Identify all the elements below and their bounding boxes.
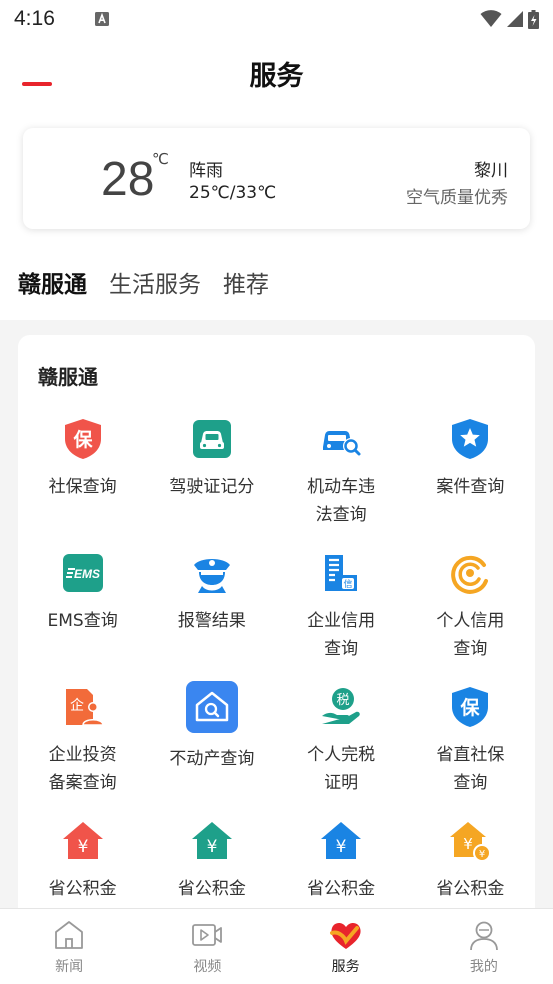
svg-text:保: 保 [72, 428, 93, 451]
service-label: 省公积金 [307, 879, 376, 899]
service-enterprise-investment-filing-query[interactable]: 企 企业投资 备案查询 [18, 685, 147, 819]
service-label: 省直社保 查询 [436, 745, 505, 793]
status-time: 4:16 [14, 7, 55, 30]
service-label: 报警结果 [177, 611, 246, 631]
shield-bao-icon: 保 [64, 419, 101, 459]
services-grid: 保 社保查询 驾驶证记分 机动车违 法查询 案件查询 EMS EMS查询 报警结… [18, 417, 535, 953]
service-label: 省公积金 [177, 879, 246, 899]
service-label: 企业投资 备案查询 [48, 745, 117, 793]
house-search-icon [185, 681, 238, 733]
house-yuan-icon: ¥ [191, 822, 232, 859]
house-outline-icon [55, 921, 84, 949]
bottom-nav: 新闻 视频 服务 我的 [0, 908, 553, 984]
house-yuan-icon: ¥ [321, 822, 362, 859]
police-icon [193, 559, 230, 593]
status-bar: 4:16 [0, 0, 553, 38]
service-vehicle-violation-query[interactable]: 机动车违 法查询 [277, 417, 406, 551]
car-icon [192, 420, 231, 458]
header: 服务 28 ℃ 阵雨 25℃/33℃ 黎川 空气质量优秀 赣服通 生活服务 推荐 [0, 38, 553, 320]
nav-mine[interactable]: 我的 [415, 909, 553, 984]
tab-life-services[interactable]: 生活服务 [109, 268, 201, 302]
service-label: 机动车违 法查询 [307, 477, 376, 525]
nav-label: 服务 [331, 959, 360, 975]
page-title: 服务 [249, 61, 304, 92]
svg-text:企: 企 [70, 697, 84, 714]
house-yuan-icon: ¥ ¥ [450, 822, 492, 862]
weather-card[interactable]: 28 ℃ 阵雨 25℃/33℃ 黎川 空气质量优秀 [23, 128, 530, 229]
ems-icon: EMS [62, 554, 103, 592]
nav-news[interactable]: 新闻 [0, 909, 138, 984]
user-icon [469, 921, 498, 951]
service-social-security-query[interactable]: 保 社保查询 [18, 417, 147, 551]
signal-icon [507, 11, 523, 27]
shield-star-icon [452, 419, 489, 459]
service-label: 个人完税 证明 [307, 745, 376, 793]
air-quality: 空气质量优秀 [406, 188, 508, 208]
svg-text:¥: ¥ [464, 835, 474, 853]
services-card: 赣服通 保 社保查询 驾驶证记分 机动车违 法查询 案件查询 EMS EMS查询… [18, 335, 535, 935]
video-icon [192, 924, 223, 946]
nav-label: 我的 [469, 959, 498, 975]
service-provincial-social-security-query[interactable]: 保 省直社保 查询 [406, 685, 535, 819]
status-icons [480, 9, 539, 29]
weather-location: 黎川 [474, 161, 508, 181]
svg-text:¥: ¥ [206, 837, 217, 857]
svg-text:¥: ¥ [77, 837, 88, 857]
nav-label: 视频 [193, 959, 222, 975]
car-search-icon [323, 431, 361, 456]
service-enterprise-credit-query[interactable]: 信 企业信用 查询 [277, 551, 406, 685]
tab-recommend[interactable]: 推荐 [223, 268, 269, 302]
service-label: 不动产查询 [169, 749, 255, 769]
service-police-report-result[interactable]: 报警结果 [147, 551, 276, 685]
service-label: 省公积金 [48, 879, 117, 899]
svg-text:保: 保 [460, 696, 481, 719]
weather-condition: 阵雨 [189, 161, 223, 181]
svg-text:EMS: EMS [74, 567, 100, 581]
notification-a-icon [94, 12, 109, 26]
service-label: 驾驶证记分 [169, 477, 255, 497]
tab-active-indicator [22, 82, 52, 86]
service-label: EMS查询 [47, 611, 118, 631]
service-label: 案件查询 [436, 477, 505, 497]
house-yuan-icon: ¥ [62, 822, 103, 859]
svg-text:¥: ¥ [479, 849, 485, 860]
shield-bao-icon: 保 [452, 687, 489, 727]
svg-text:¥: ¥ [336, 837, 347, 857]
nav-services[interactable]: 服务 [277, 909, 415, 984]
service-ems-query[interactable]: EMS EMS查询 [18, 551, 147, 685]
tab-ganfutong[interactable]: 赣服通 [18, 268, 87, 302]
weather-temperature-unit: ℃ [152, 150, 169, 168]
nav-video[interactable]: 视频 [138, 909, 276, 984]
weather-temperature: 28 [101, 153, 155, 206]
weather-temperature-range: 25℃/33℃ [189, 183, 277, 203]
building-credit-icon: 信 [325, 555, 358, 591]
service-label: 个人信用 查询 [436, 611, 505, 659]
service-personal-credit-query[interactable]: 个人信用 查询 [406, 551, 535, 685]
service-case-query[interactable]: 案件查询 [406, 417, 535, 551]
svg-text:信: 信 [344, 578, 353, 590]
credit-circle-icon [451, 555, 489, 594]
service-label: 省公积金 [436, 879, 505, 899]
svg-text:税: 税 [337, 693, 350, 708]
service-real-estate-query[interactable]: 不动产查询 [147, 681, 276, 819]
service-label: 企业信用 查询 [307, 611, 376, 659]
tab-bar: 赣服通 生活服务 推荐 [18, 268, 269, 302]
service-label: 社保查询 [48, 477, 117, 497]
tax-hand-icon: 税 [322, 688, 360, 724]
service-personal-tax-certificate[interactable]: 税 个人完税 证明 [277, 685, 406, 819]
heart-check-icon [329, 922, 361, 949]
battery-icon [528, 9, 539, 29]
nav-label: 新闻 [55, 959, 84, 975]
wifi-icon [480, 10, 502, 27]
service-driving-license-points[interactable]: 驾驶证记分 [147, 417, 276, 551]
enterprise-investment-icon: 企 [65, 689, 104, 726]
section-title: 赣服通 [38, 365, 98, 389]
